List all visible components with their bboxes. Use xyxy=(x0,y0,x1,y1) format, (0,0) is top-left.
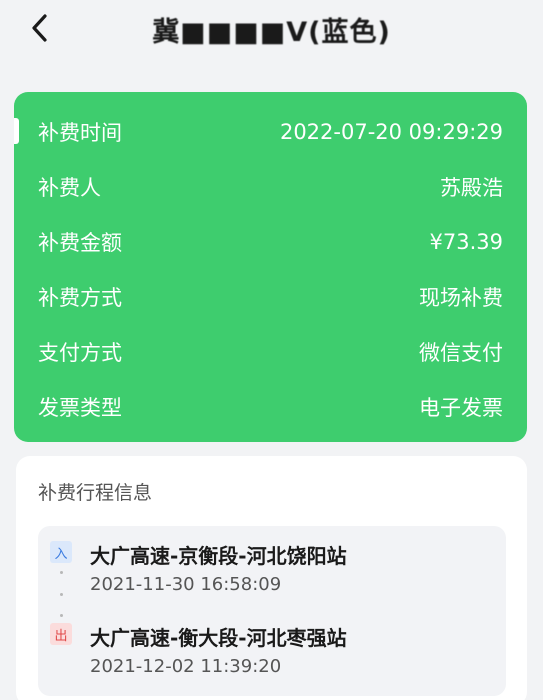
entry-time: 2021-11-30 16:58:09 xyxy=(90,574,282,595)
row-label: 补费时间 xyxy=(38,120,122,145)
route-connector-dots xyxy=(60,571,63,617)
exit-time: 2021-12-02 11:39:20 xyxy=(90,656,282,677)
row-label: 补费金额 xyxy=(38,230,122,255)
header-bar: 冀■■■■V(蓝色) xyxy=(0,0,543,56)
card-accent-bar xyxy=(14,118,19,144)
entry-tag: 入 xyxy=(50,541,72,563)
trip-section-title: 补费行程信息 xyxy=(38,482,153,504)
row-label: 补费人 xyxy=(38,175,101,200)
payment-row-payer: 补费人 苏殿浩 xyxy=(38,159,503,214)
payment-row-method: 补费方式 现场补费 xyxy=(38,269,503,324)
exit-tag: 出 xyxy=(50,623,72,645)
row-label: 补费方式 xyxy=(38,285,122,310)
payment-row-time: 补费时间 2022-07-20 09:29:29 xyxy=(38,104,503,159)
payment-row-invoice-type: 发票类型 电子发票 xyxy=(38,379,503,434)
exit-station: 大广高速-衡大段-河北枣强站 xyxy=(90,626,347,650)
row-label: 支付方式 xyxy=(38,340,122,365)
trip-route-box[interactable]: 入 大广高速-京衡段-河北饶阳站 2021-11-30 16:58:09 出 大… xyxy=(38,526,506,696)
row-value: 2022-07-20 09:29:29 xyxy=(279,119,503,144)
row-value: 现场补费 xyxy=(419,285,503,310)
payment-row-amount: 补费金额 ¥73.39 xyxy=(38,214,503,269)
row-value: 微信支付 xyxy=(419,340,503,365)
row-label: 发票类型 xyxy=(38,395,122,420)
payment-row-pay-type: 支付方式 微信支付 xyxy=(38,324,503,379)
row-value: ¥73.39 xyxy=(429,229,503,254)
page-title: 冀■■■■V(蓝色) xyxy=(152,17,391,48)
trip-info-card: 补费行程信息 入 大广高速-京衡段-河北饶阳站 2021-11-30 16:58… xyxy=(16,456,527,700)
entry-station: 大广高速-京衡段-河北饶阳站 xyxy=(90,544,347,568)
row-value: 苏殿浩 xyxy=(440,175,503,200)
row-value: 电子发票 xyxy=(419,395,503,420)
payment-info-card: 补费时间 2022-07-20 09:29:29 补费人 苏殿浩 补费金额 ¥7… xyxy=(14,92,527,442)
